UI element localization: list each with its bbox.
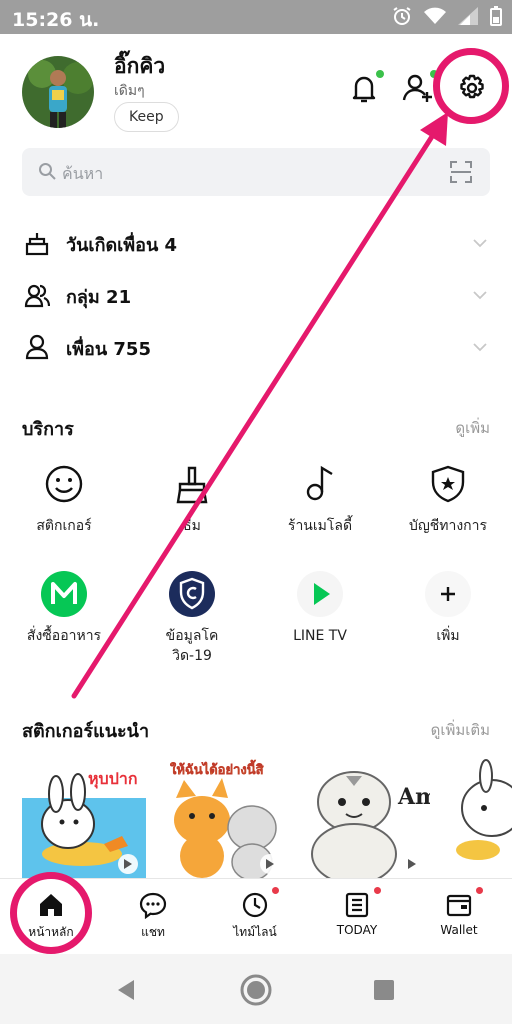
timeline-badge: [272, 887, 279, 894]
groups-label: กลุ่ม 21: [66, 287, 132, 308]
back-icon[interactable]: [114, 978, 138, 1002]
clock-icon: [242, 892, 268, 918]
services-title: บริการ: [22, 419, 74, 440]
plus-icon: [425, 571, 471, 617]
service-stickers[interactable]: สติกเกอร์: [0, 460, 128, 536]
chevron-down-icon: [473, 239, 487, 248]
system-nav-bar: [0, 954, 512, 1024]
tab-label: Wallet: [440, 923, 478, 937]
wallet-icon: [446, 894, 472, 917]
profile-name[interactable]: อิ๊กคิว: [114, 50, 165, 83]
tab-chat[interactable]: แชท: [102, 879, 204, 955]
friends-label: เพื่อน 755: [66, 339, 151, 360]
service-covid-info[interactable]: ข้อมูลโค วิด-19: [128, 570, 256, 666]
tab-label: TODAY: [336, 923, 378, 937]
profile-status-message: เดิมๆ: [114, 83, 145, 99]
service-label: สั่งซื้ออาหาร: [26, 628, 102, 644]
avatar[interactable]: [22, 56, 94, 128]
notification-badge: [376, 70, 384, 78]
sticker-caption: Ami: [397, 784, 430, 810]
person-icon: [25, 334, 49, 360]
service-line-tv[interactable]: LINE TV: [256, 570, 384, 646]
notifications-button[interactable]: [346, 70, 384, 106]
brush-icon: [176, 466, 208, 504]
service-label: ข้อมูลโค วิด-19: [165, 628, 219, 664]
service-themes[interactable]: ธีม: [128, 460, 256, 536]
play-icon: [297, 571, 343, 617]
settings-highlight-circle: [433, 48, 509, 124]
stickers-more-link[interactable]: ดูเพิ่มเติม: [431, 718, 490, 742]
wallet-badge: [476, 887, 483, 894]
home-nav-icon[interactable]: [240, 974, 272, 1006]
recents-icon[interactable]: [372, 978, 396, 1002]
sticker-card[interactable]: Ami: [306, 758, 447, 878]
smiley-icon: [45, 465, 83, 503]
service-add-more[interactable]: เพิ่ม: [384, 570, 512, 646]
tab-today[interactable]: TODAY: [306, 879, 408, 955]
service-food-order[interactable]: สั่งซื้ออาหาร: [0, 570, 128, 646]
sticker-card[interactable]: หุบปาก: [22, 758, 146, 878]
signal-icon: [458, 7, 478, 25]
service-label: สติกเกอร์: [36, 518, 92, 534]
sticker-carousel[interactable]: หุบปาก ให้ฉันได้อย่างนี้สิ Ami: [0, 758, 512, 878]
tab-wallet[interactable]: Wallet: [408, 879, 510, 955]
today-badge: [374, 887, 381, 894]
status-icons: [392, 6, 502, 26]
sticker-card[interactable]: ให้ฉันได้อย่างนี้สิ: [164, 758, 288, 878]
service-label: ธีม: [183, 518, 201, 534]
service-melody-shop[interactable]: ร้านเมโลดี้: [256, 460, 384, 536]
service-label: ร้านเมโลดี้: [287, 518, 353, 534]
line-man-icon: [41, 571, 87, 617]
birthday-cake-icon: [25, 233, 49, 256]
service-official-accounts[interactable]: บัญชีทางการ: [384, 460, 512, 536]
birthdays-row[interactable]: วันเกิดเพื่อน 4: [0, 218, 512, 268]
service-label: LINE TV: [293, 628, 347, 644]
alarm-icon: [393, 7, 411, 25]
status-bar: 15:26 น.: [0, 0, 512, 34]
chat-icon: [139, 892, 167, 919]
shield-star-icon: [431, 465, 465, 503]
services-more-link[interactable]: ดูเพิ่ม: [455, 416, 490, 440]
chevron-down-icon: [473, 343, 487, 352]
birthdays-label: วันเกิดเพื่อน 4: [66, 235, 178, 256]
chevron-down-icon: [473, 291, 487, 300]
tab-label: แชท: [141, 925, 165, 939]
groups-row[interactable]: กลุ่ม 21: [0, 270, 512, 320]
search-icon: [39, 163, 56, 180]
home-highlight-circle: [10, 872, 92, 954]
qr-scan-icon[interactable]: [450, 161, 472, 183]
keep-button[interactable]: Keep: [114, 102, 179, 132]
search-placeholder: ค้นหา: [62, 164, 104, 183]
wifi-icon: [424, 7, 446, 24]
tab-label: ไทม์ไลน์: [233, 925, 277, 939]
news-icon: [345, 892, 369, 918]
battery-icon: [490, 6, 502, 26]
search-bar[interactable]: ค้นหา: [22, 148, 490, 196]
stickers-title: สติกเกอร์แนะนำ: [22, 721, 150, 742]
group-icon: [24, 284, 50, 308]
tab-timeline[interactable]: ไทม์ไลน์: [204, 879, 306, 955]
covid-shield-icon: [169, 571, 215, 617]
add-friend-button[interactable]: [400, 70, 438, 106]
service-label: เพิ่ม: [436, 628, 460, 644]
service-label: บัญชีทางการ: [408, 518, 488, 534]
sticker-card[interactable]: [448, 758, 512, 878]
music-note-icon: [306, 465, 333, 501]
friends-row[interactable]: เพื่อน 755: [0, 322, 512, 372]
status-time: 15:26 น.: [12, 9, 100, 31]
sticker-caption: หุบปาก: [88, 769, 138, 789]
